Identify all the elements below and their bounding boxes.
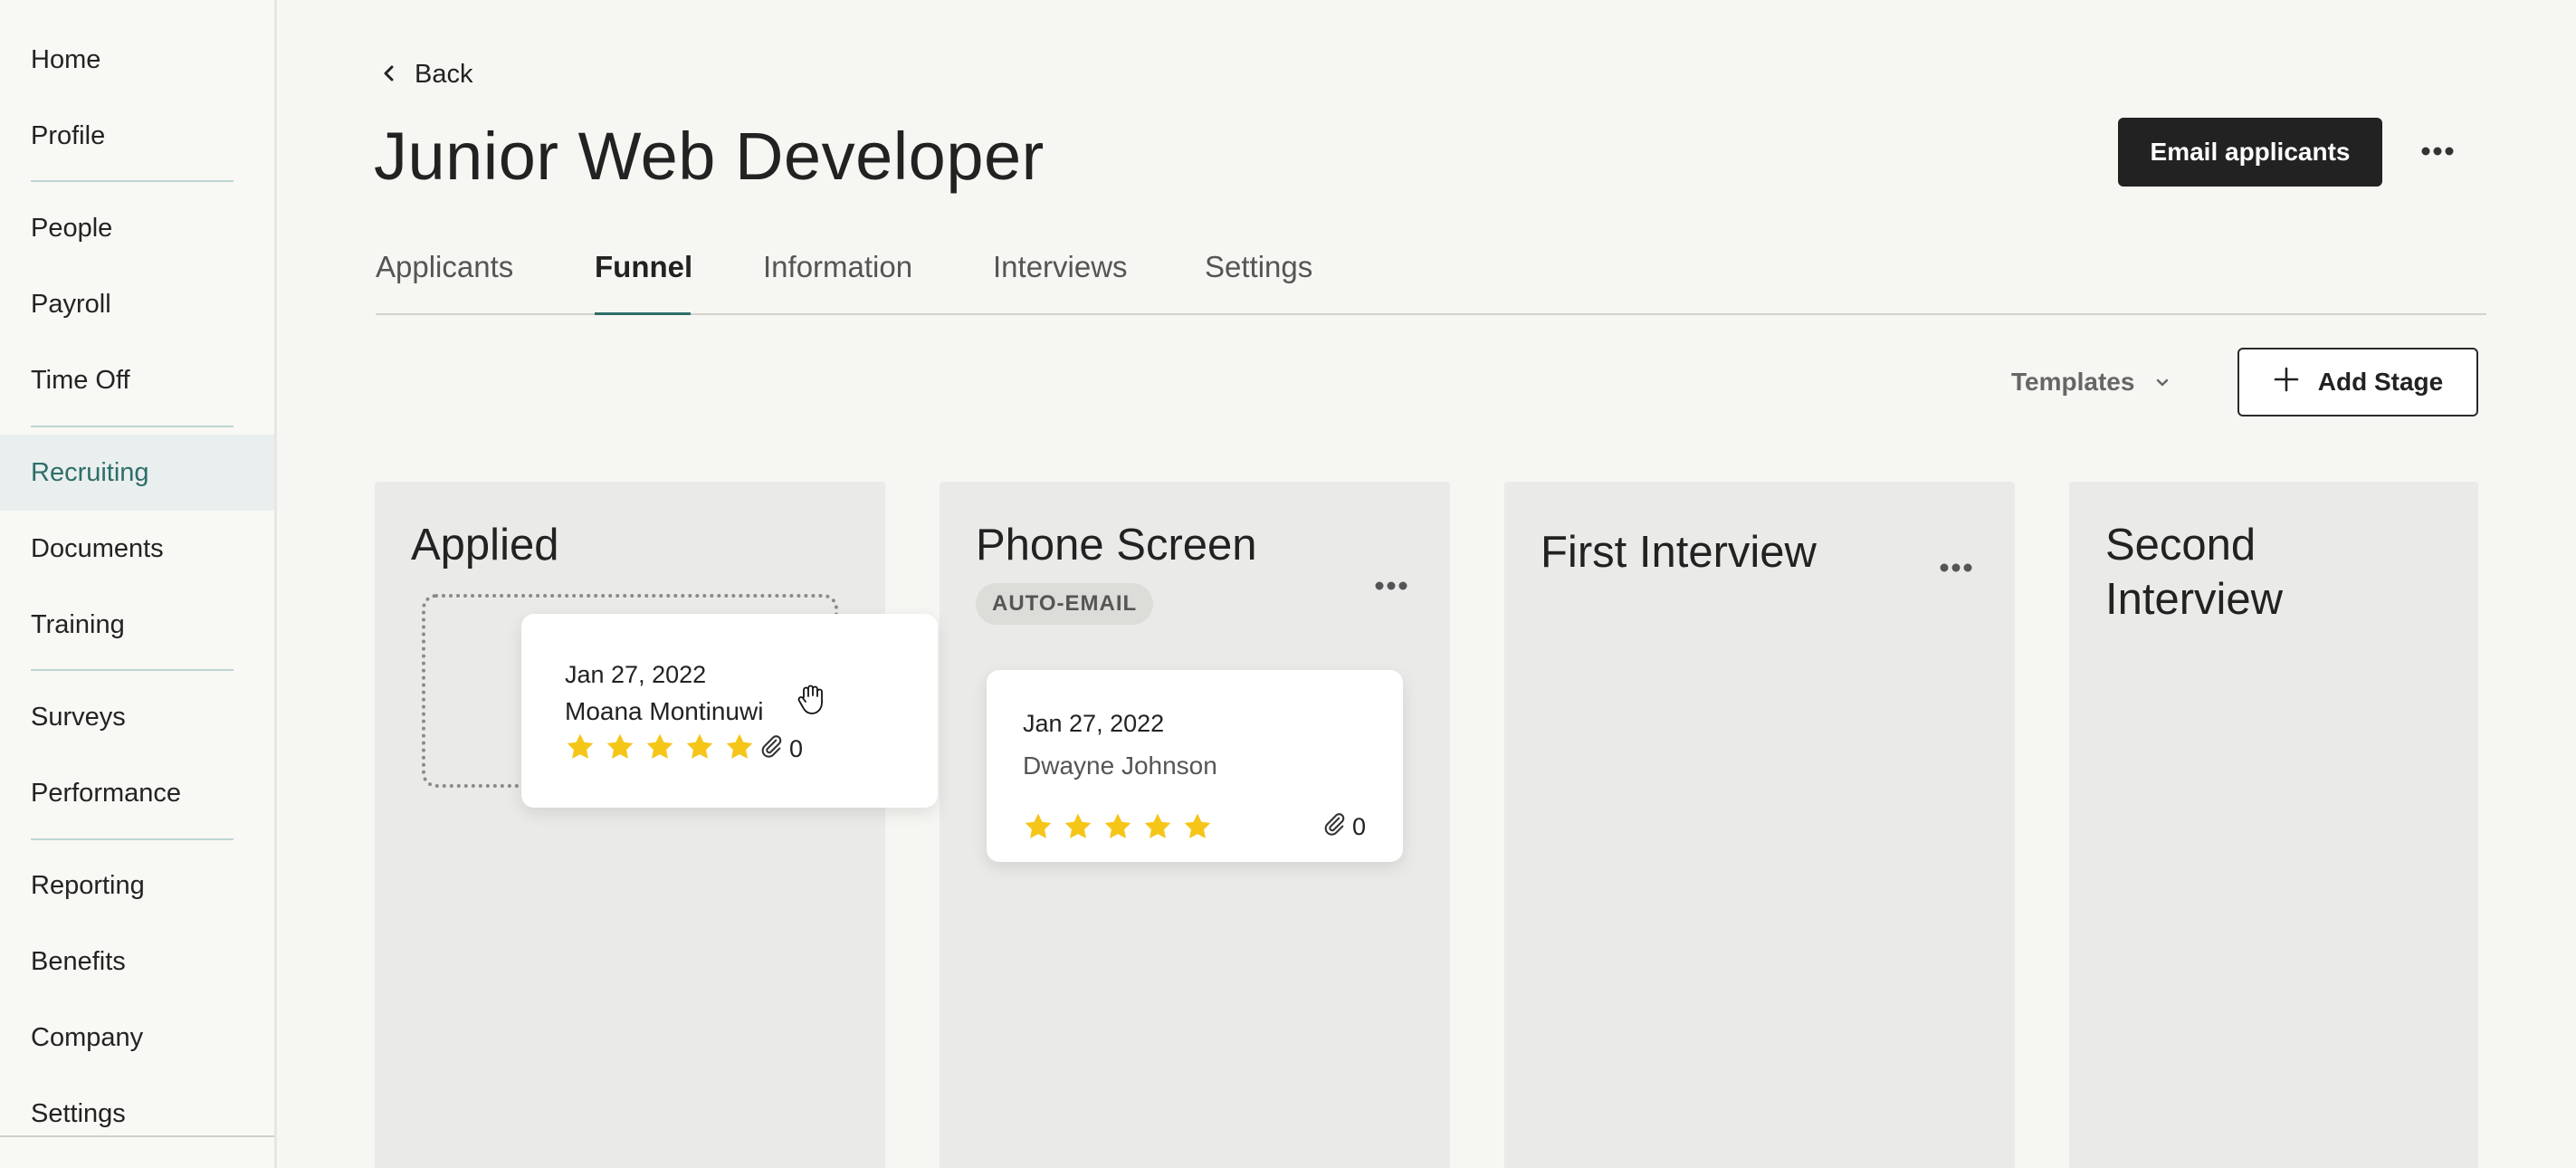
paperclip-icon bbox=[758, 733, 784, 765]
attachments-value: 0 bbox=[789, 735, 804, 762]
stage-title: Phone Screen bbox=[976, 521, 1257, 570]
star-icon bbox=[605, 732, 635, 767]
star-icon bbox=[1102, 811, 1133, 847]
star-icon bbox=[1063, 811, 1093, 847]
back-label: Back bbox=[415, 59, 473, 89]
attachments-count: 0 bbox=[1321, 811, 1366, 843]
tab-interviews[interactable]: Interviews bbox=[993, 250, 1128, 284]
attachments-count: 0 bbox=[758, 733, 803, 765]
sidebar-item-benefits[interactable]: Benefits bbox=[0, 924, 274, 1000]
stage-title: Second Interview bbox=[2105, 518, 2283, 627]
active-tab-indicator bbox=[595, 312, 691, 315]
sidebar-item-training[interactable]: Training bbox=[0, 587, 274, 663]
templates-dropdown[interactable]: Templates bbox=[2011, 362, 2171, 402]
sidebar-item-people[interactable]: People bbox=[0, 190, 274, 266]
sidebar: Home Profile People Payroll Time Off Rec… bbox=[0, 0, 277, 1168]
sidebar-item-surveys[interactable]: Surveys bbox=[0, 679, 274, 755]
card-applicant-name: Moana Montinuwi bbox=[565, 697, 764, 725]
stage-title: First Interview bbox=[1541, 528, 1817, 577]
more-horizontal-icon bbox=[1375, 579, 1407, 595]
sidebar-item-profile[interactable]: Profile bbox=[0, 98, 274, 174]
grab-cursor-icon bbox=[793, 681, 829, 717]
tab-information[interactable]: Information bbox=[763, 250, 912, 284]
page-more-button[interactable] bbox=[2413, 134, 2462, 170]
paperclip-icon bbox=[1321, 811, 1347, 843]
stage-more-button[interactable] bbox=[1367, 569, 1416, 605]
star-icon bbox=[1023, 811, 1054, 847]
sidebar-divider bbox=[31, 180, 234, 182]
star-rating[interactable] bbox=[565, 732, 755, 767]
add-stage-button[interactable]: Add Stage bbox=[2237, 348, 2478, 416]
sidebar-divider bbox=[31, 838, 234, 840]
stage-title-line: Second bbox=[2105, 521, 2256, 570]
sidebar-item-home[interactable]: Home bbox=[0, 22, 274, 98]
star-rating[interactable] bbox=[1023, 811, 1213, 847]
page-title: Junior Web Developer bbox=[374, 119, 1045, 194]
plus-icon bbox=[2273, 366, 2300, 399]
tab-applicants[interactable]: Applicants bbox=[376, 250, 513, 284]
chevron-down-icon bbox=[2154, 368, 2171, 397]
stage-title: Applied bbox=[411, 521, 559, 570]
sidebar-item-settings[interactable]: Settings bbox=[0, 1076, 274, 1152]
sidebar-item-payroll[interactable]: Payroll bbox=[0, 266, 274, 342]
stage-more-button[interactable] bbox=[1932, 550, 1980, 587]
card-date: Jan 27, 2022 bbox=[1023, 710, 1165, 737]
star-icon bbox=[1142, 811, 1173, 847]
sidebar-bottom-divider bbox=[0, 1135, 274, 1137]
card-date: Jan 27, 2022 bbox=[565, 661, 707, 688]
star-icon bbox=[724, 732, 755, 767]
sidebar-item-recruiting[interactable]: Recruiting bbox=[0, 435, 274, 511]
stage-column-first-interview: First Interview bbox=[1504, 482, 2015, 1168]
sidebar-divider bbox=[31, 426, 234, 427]
stage-column-second-interview: Second Interview bbox=[2069, 482, 2478, 1168]
add-stage-label: Add Stage bbox=[2317, 368, 2444, 396]
stage-column-applied: Applied bbox=[375, 482, 885, 1168]
sidebar-item-reporting[interactable]: Reporting bbox=[0, 847, 274, 924]
sidebar-item-documents[interactable]: Documents bbox=[0, 511, 274, 587]
card-applicant-name: Dwayne Johnson bbox=[1023, 752, 1217, 780]
auto-email-badge: AUTO-EMAIL bbox=[976, 583, 1154, 625]
sidebar-item-company[interactable]: Company bbox=[0, 1000, 274, 1076]
templates-label: Templates bbox=[2011, 368, 2135, 396]
back-link[interactable]: Back bbox=[380, 56, 472, 92]
email-applicants-button[interactable]: Email applicants bbox=[2118, 118, 2382, 187]
sidebar-divider bbox=[31, 669, 234, 671]
star-icon bbox=[1182, 811, 1213, 847]
applicant-card-dwayne-johnson[interactable]: Jan 27, 2022 Dwayne Johnson 0 bbox=[987, 670, 1403, 862]
more-horizontal-icon bbox=[2421, 144, 2454, 160]
tab-funnel[interactable]: Funnel bbox=[595, 250, 692, 284]
sidebar-item-performance[interactable]: Performance bbox=[0, 755, 274, 831]
stage-title-line: Interview bbox=[2105, 575, 2284, 624]
tab-bar: Applicants Funnel Information Interviews… bbox=[376, 243, 2486, 315]
applicant-card-moana-montinuwi[interactable]: Jan 27, 2022 Moana Montinuwi 0 bbox=[521, 614, 938, 808]
star-icon bbox=[684, 732, 715, 767]
attachments-value: 0 bbox=[1352, 813, 1367, 840]
star-icon bbox=[565, 732, 596, 767]
tab-settings[interactable]: Settings bbox=[1205, 250, 1312, 284]
sidebar-item-time-off[interactable]: Time Off bbox=[0, 342, 274, 418]
star-icon bbox=[644, 732, 675, 767]
more-horizontal-icon bbox=[1940, 560, 1972, 577]
chevron-left-icon bbox=[380, 60, 398, 90]
